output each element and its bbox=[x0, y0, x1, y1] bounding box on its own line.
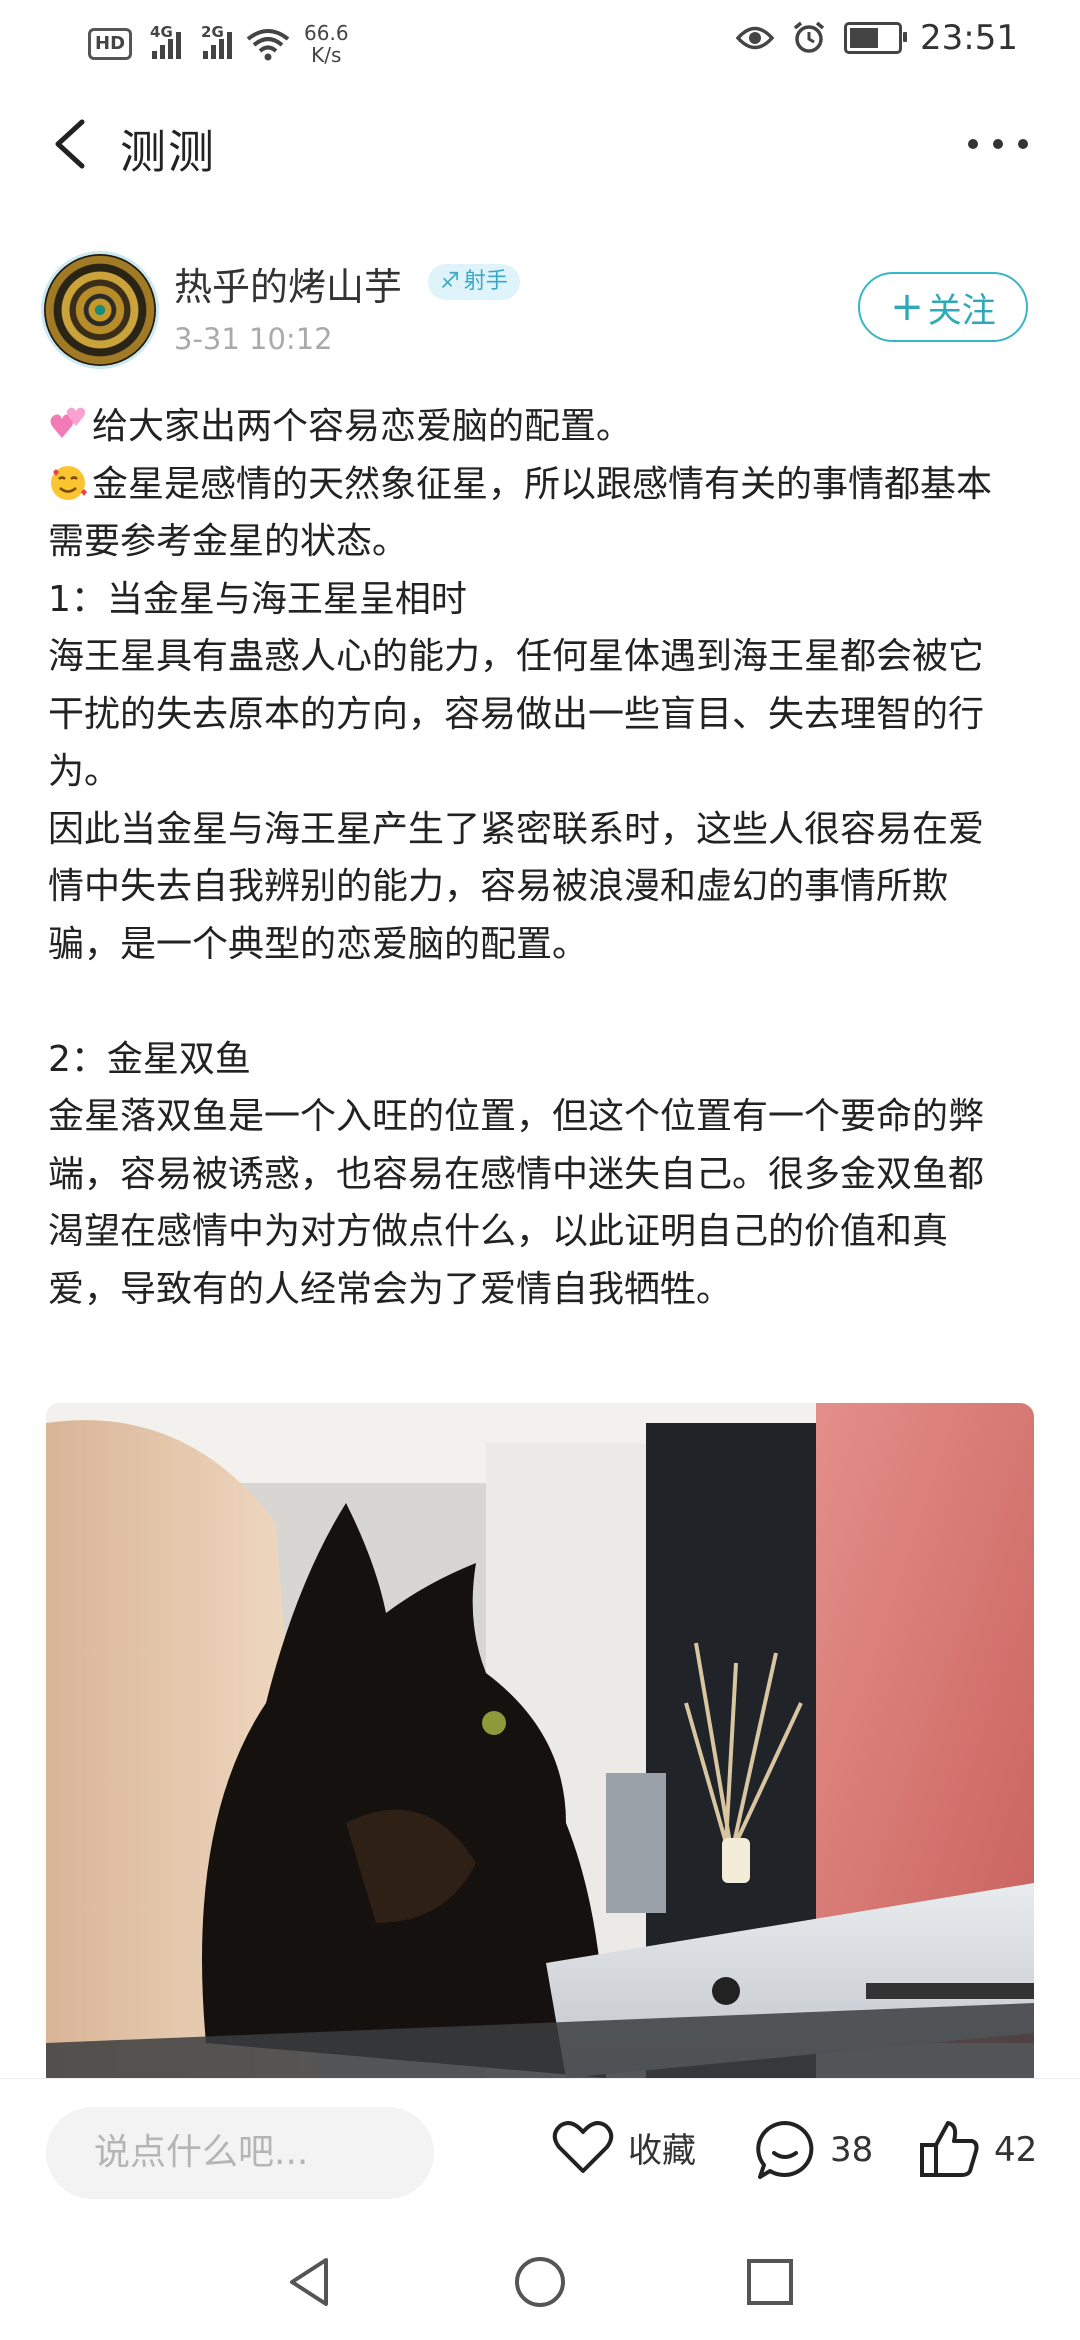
author-name[interactable]: 热乎的烤山芋 bbox=[174, 256, 402, 311]
page-title: 测测 bbox=[120, 125, 216, 179]
smiling-face-hearts-emoji-icon bbox=[51, 465, 87, 500]
like-button[interactable]: 42 bbox=[918, 2119, 1037, 2181]
paragraph: 因此当金星与海王星产生了紧密联系时，这些人很容易在爱情中失去自我辨别的能力，容易… bbox=[48, 808, 985, 965]
signal-icon: 4G bbox=[150, 23, 182, 59]
nav-recents-icon[interactable] bbox=[740, 2252, 800, 2312]
battery-icon bbox=[844, 22, 908, 54]
plus-icon: + bbox=[890, 284, 924, 330]
thumbs-up-icon bbox=[920, 2121, 979, 2177]
sim2-network-type: 2G bbox=[201, 23, 224, 41]
comment-count: 38 bbox=[830, 2130, 874, 2170]
paragraph: 1：当金星与海王星呈相时 bbox=[48, 578, 467, 620]
paragraph bbox=[48, 973, 1018, 1031]
follow-button[interactable]: + 关注 bbox=[858, 272, 1028, 342]
sim1-network-type: 4G bbox=[150, 23, 173, 41]
follow-label: 关注 bbox=[927, 290, 996, 331]
avatar[interactable] bbox=[44, 254, 156, 366]
top-bar: 测测 bbox=[0, 90, 1080, 200]
heart-icon bbox=[552, 2121, 614, 2173]
author-row: 热乎的烤山芋 ♐ 射手 3-31 10:12 + 关注 bbox=[0, 250, 1080, 380]
like-count: 42 bbox=[994, 2130, 1038, 2170]
alarm-icon bbox=[793, 21, 825, 53]
nav-back-icon[interactable] bbox=[280, 2252, 340, 2312]
comment-icon bbox=[756, 2121, 814, 2179]
net-speed: 66.6 K/s bbox=[304, 22, 349, 66]
system-nav-bar bbox=[0, 2218, 1080, 2340]
nav-home-icon[interactable] bbox=[510, 2252, 570, 2312]
paragraph: 给大家出两个容易恋爱脑的配置。 bbox=[48, 398, 1018, 456]
eye-icon bbox=[736, 26, 775, 50]
post-content: 给大家出两个容易恋爱脑的配置。 金星是感情的天然象征星，所以跟感情有关的事情都基… bbox=[48, 398, 1018, 1318]
hearts-emoji-icon bbox=[50, 407, 86, 438]
paragraph: 2：金星双鱼 bbox=[48, 1038, 251, 1080]
signal-icon: 2G bbox=[201, 23, 233, 59]
back-icon[interactable] bbox=[46, 114, 102, 174]
hd-icon: HD bbox=[88, 28, 133, 60]
comment-input[interactable]: 说点什么吧... bbox=[46, 2107, 434, 2199]
zodiac-badge: ♐ 射手 bbox=[428, 264, 520, 300]
post-line: 金星是感情的天然象征星，所以跟感情有关的事情都基本需要参考金星的状态。 bbox=[48, 463, 993, 563]
post-image[interactable] bbox=[46, 1403, 1034, 2078]
sagittarius-icon: ♐ bbox=[440, 269, 460, 294]
paragraph: 海王星具有蛊惑人心的能力，任何星体遇到海王星都会被它干扰的失去原本的方向，容易做… bbox=[48, 636, 985, 792]
status-bar: HD 4G 2G 66.6 K/s 23:51 bbox=[0, 0, 1080, 80]
collect-label: 收藏 bbox=[628, 2130, 696, 2171]
collect-button[interactable]: 收藏 bbox=[552, 2119, 696, 2175]
zodiac-label: 射手 bbox=[463, 269, 508, 294]
comment-button[interactable]: 38 bbox=[754, 2119, 873, 2181]
post-time: 3-31 10:12 bbox=[174, 322, 333, 356]
net-speed-unit: K/s bbox=[311, 43, 342, 67]
wifi-icon bbox=[246, 29, 290, 61]
post-line: 给大家出两个容易恋爱脑的配置。 bbox=[92, 406, 633, 447]
paragraph: 金星落双鱼是一个入旺的位置，但这个位置有一个要命的弊端，容易被诱惑，也容易在感情… bbox=[48, 1096, 985, 1310]
net-speed-value: 66.6 bbox=[304, 21, 349, 45]
clock: 23:51 bbox=[920, 18, 1018, 58]
action-bar: 说点什么吧... 收藏 38 42 bbox=[0, 2078, 1080, 2219]
paragraph: 金星是感情的天然象征星，所以跟感情有关的事情都基本需要参考金星的状态。 bbox=[48, 456, 1018, 571]
more-icon[interactable] bbox=[968, 134, 1028, 154]
